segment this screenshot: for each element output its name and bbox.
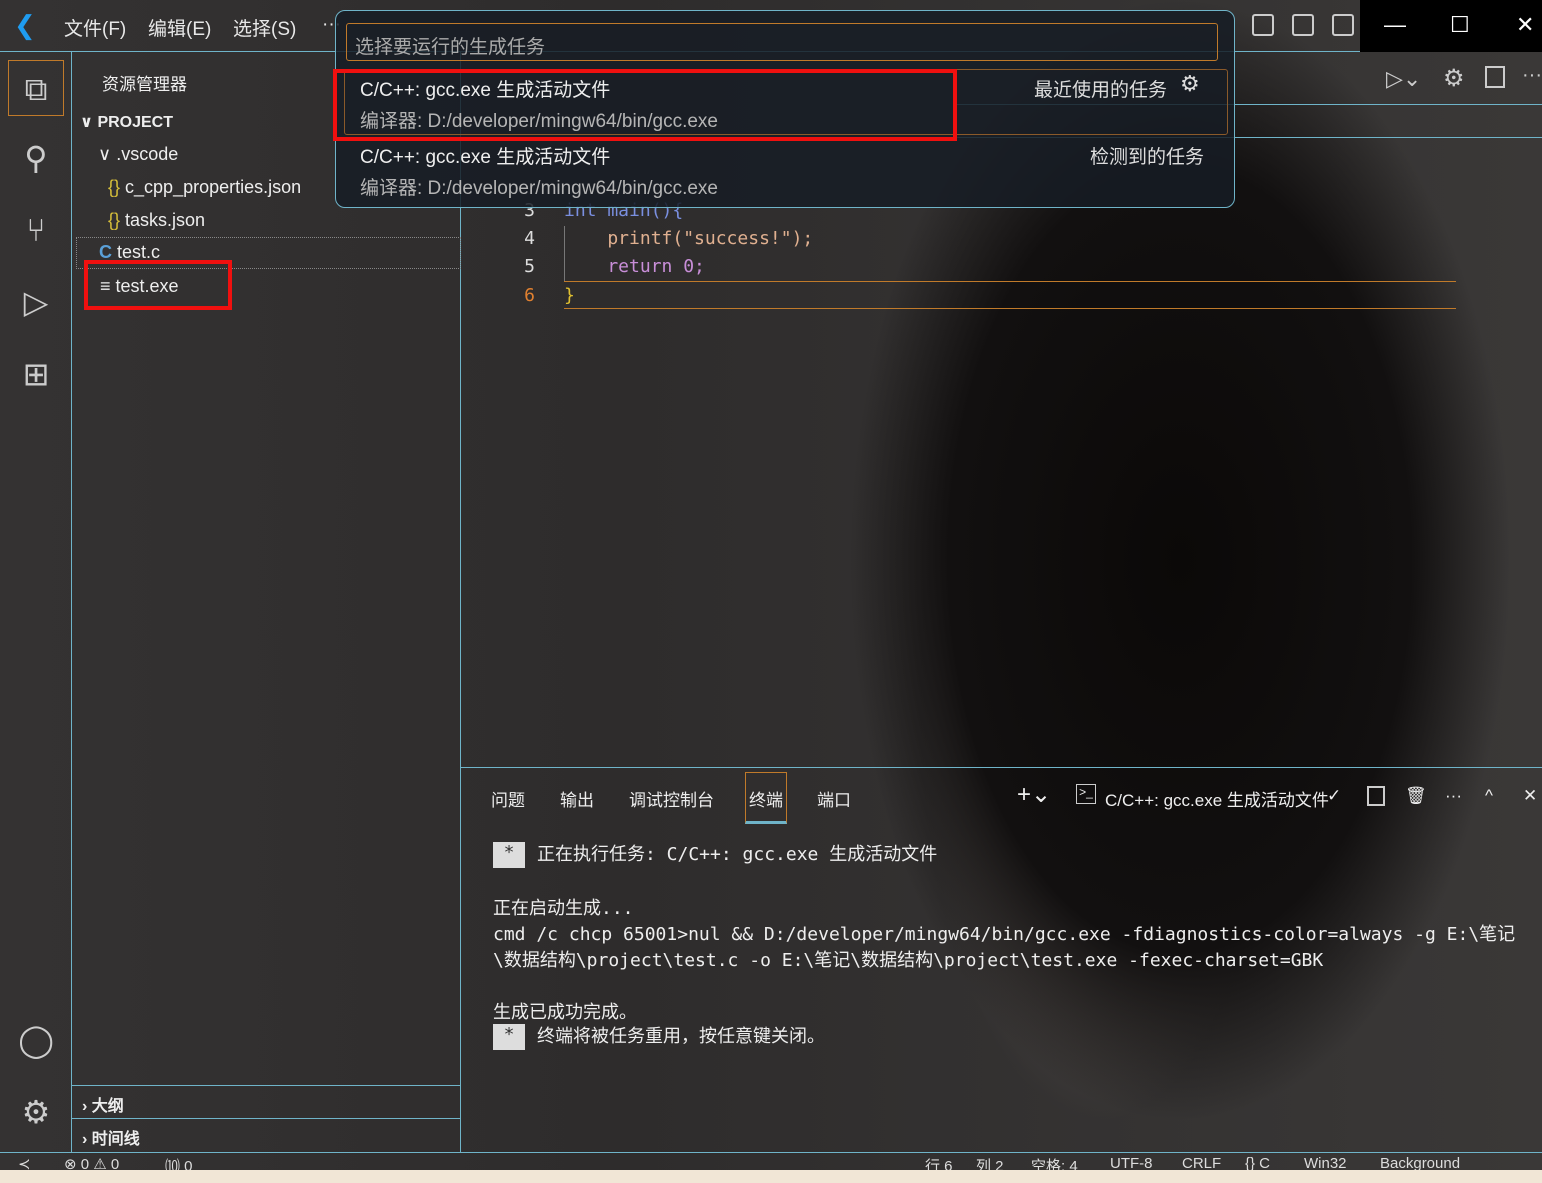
task-marker: * — [493, 1024, 525, 1050]
quick-pick-item-detail: 编译器: D:/developer/mingw64/bin/gcc.exe — [360, 178, 718, 199]
highlight-box — [84, 260, 232, 310]
search-icon[interactable]: ⚲ — [14, 136, 58, 180]
chevron-right-icon: › — [82, 1098, 92, 1115]
source-control-icon[interactable]: ⑂ — [14, 208, 58, 252]
tab-ports[interactable]: 端口 — [817, 786, 851, 811]
line-number: 5 — [524, 256, 535, 277]
explorer-sidebar: 资源管理器 ∨ PROJECT ∨ .vscode {} c_cpp_prope… — [72, 52, 461, 1152]
tree-label: c_cpp_properties.json — [125, 177, 302, 197]
code-line: printf("success!"); — [564, 228, 814, 249]
more-icon[interactable]: ··· — [1445, 786, 1462, 806]
task-search-input[interactable]: 选择要运行的生成任务 — [346, 23, 1218, 61]
terminal-line: 生成已成功完成。 — [493, 1002, 637, 1023]
customize-layout-icon[interactable] — [1332, 14, 1354, 36]
tree-label: tasks.json — [125, 210, 206, 230]
status-col[interactable]: 列 2 — [976, 1155, 1004, 1170]
close-panel-icon[interactable]: ✕ — [1523, 786, 1537, 806]
terminal-name[interactable]: C/C++: gcc.exe 生成活动文件 — [1105, 786, 1329, 811]
tree-label: test.c — [117, 242, 161, 262]
run-icon[interactable]: ▷⌄ — [1386, 66, 1421, 92]
line-number: 6 — [524, 285, 535, 306]
json-icon: {} — [108, 177, 126, 197]
minimize-icon[interactable]: — — [1384, 12, 1406, 38]
more-actions-icon[interactable]: ··· — [1522, 64, 1542, 87]
extensions-icon[interactable]: ⊞ — [14, 352, 58, 396]
chevron-down-icon: ∨ — [98, 144, 117, 164]
split-terminal-icon[interactable] — [1367, 786, 1385, 806]
trash-icon[interactable]: 🗑 — [1405, 786, 1427, 806]
sidebar-title: 资源管理器 — [102, 75, 187, 94]
terminal-panel: 问题 输出 调试控制台 终端 端口 +⌄ >_ C/C++: gcc.exe 生… — [461, 767, 1542, 1152]
terminal-line: 正在启动生成... — [493, 898, 634, 919]
timeline-section[interactable]: › 时间线 — [72, 1118, 461, 1152]
ports-count[interactable]: ⑽ 0 — [165, 1155, 193, 1170]
close-icon[interactable]: ✕ — [1516, 12, 1534, 38]
menu-selection[interactable]: 选择(S) — [233, 14, 296, 41]
menu-edit[interactable]: 编辑(E) — [148, 14, 211, 41]
tab-terminal[interactable]: 终端 — [745, 772, 787, 824]
account-icon[interactable]: ◯ — [14, 1018, 58, 1062]
tab-debug-console[interactable]: 调试控制台 — [629, 786, 714, 811]
indent-guide — [564, 226, 565, 282]
line-number: 4 — [524, 228, 535, 249]
vscode-window: ❮ 文件(F) 编辑(E) 选择(S) ··· — ☐ ✕ ⧉ ⚲ ⑂ ▷ ⊞ … — [0, 0, 1542, 1170]
timeline-label: 时间线 — [91, 1131, 140, 1148]
highlight-box — [333, 69, 957, 141]
toggle-panel-icon[interactable] — [1252, 14, 1274, 36]
chevron-down-icon: ∨ — [80, 114, 98, 131]
run-debug-icon[interactable]: ▷ — [14, 280, 58, 324]
configure-task-gear-icon[interactable]: ⚙ — [1180, 71, 1200, 97]
project-folder[interactable]: ∨ PROJECT — [80, 112, 173, 132]
maximize-panel-icon[interactable]: ^ — [1485, 786, 1493, 806]
status-spaces[interactable]: 空格: 4 — [1031, 1155, 1078, 1170]
status-background[interactable]: Background — [1380, 1155, 1460, 1170]
toggle-secondary-sidebar-icon[interactable] — [1292, 14, 1314, 36]
c-file-icon: C — [99, 242, 117, 262]
tab-problems[interactable]: 问题 — [491, 786, 525, 811]
status-eol[interactable]: CRLF — [1182, 1155, 1221, 1170]
status-bar: ≺ ⊗ 0 ⚠ 0 ⑽ 0 行 6 列 2 空格: 4 UTF-8 CRLF {… — [0, 1152, 1542, 1170]
terminal-line: 正在执行任务: C/C++: gcc.exe 生成活动文件 — [537, 844, 938, 865]
task-marker: * — [493, 842, 525, 868]
quick-pick-item-label[interactable]: C/C++: gcc.exe 生成活动文件 — [360, 142, 610, 169]
status-encoding[interactable]: UTF-8 — [1110, 1155, 1153, 1170]
status-language[interactable]: {} C — [1245, 1155, 1270, 1170]
activity-bar: ⧉ ⚲ ⑂ ▷ ⊞ ◯ ⚙ — [0, 52, 72, 1152]
window-controls: — ☐ ✕ — [1360, 0, 1542, 52]
project-label: PROJECT — [97, 114, 174, 131]
code-line: return 0; — [564, 256, 705, 277]
problems-count[interactable]: ⊗ 0 ⚠ 0 — [64, 1155, 119, 1170]
outline-section[interactable]: › 大纲 — [72, 1085, 461, 1118]
new-terminal-plus-icon[interactable]: +⌄ — [1017, 780, 1051, 809]
maximize-icon[interactable]: ☐ — [1450, 12, 1470, 38]
json-icon: {} — [108, 210, 126, 230]
current-line-highlight — [564, 281, 1456, 309]
quick-pick-group-detected: 检测到的任务 — [1090, 147, 1205, 168]
terminal-line: 终端将被任务重用，按任意键关闭。 — [537, 1026, 825, 1047]
terminal-line: \数据结构\project\test.c -o E:\笔记\数据结构\proje… — [493, 950, 1324, 971]
chevron-right-icon: › — [82, 1131, 92, 1148]
terminal-icon: >_ — [1076, 784, 1096, 804]
explorer-icon[interactable]: ⧉ — [8, 60, 64, 116]
status-platform[interactable]: Win32 — [1304, 1155, 1347, 1170]
remote-icon[interactable]: ≺ — [18, 1155, 31, 1170]
tree-item-tasks-json[interactable]: {} tasks.json — [108, 210, 205, 231]
gear-icon[interactable]: ⚙ — [1443, 64, 1465, 93]
outline-label: 大纲 — [91, 1098, 124, 1115]
check-icon: ✓ — [1327, 786, 1342, 805]
quick-pick-group-recent: 最近使用的任务 — [1034, 80, 1168, 101]
tab-output[interactable]: 输出 — [560, 786, 594, 811]
terminal-line: cmd /c chcp 65001>nul && D:/developer/mi… — [493, 924, 1516, 945]
tree-label: .vscode — [116, 144, 179, 164]
split-editor-icon[interactable] — [1485, 66, 1505, 88]
tree-item-c-cpp-properties[interactable]: {} c_cpp_properties.json — [108, 177, 301, 198]
settings-gear-icon[interactable]: ⚙ — [14, 1090, 58, 1134]
status-line[interactable]: 行 6 — [925, 1155, 953, 1170]
vscode-logo-icon: ❮ — [14, 10, 36, 40]
menu-file[interactable]: 文件(F) — [64, 14, 126, 41]
tree-item-vscode[interactable]: ∨ .vscode — [98, 144, 178, 165]
